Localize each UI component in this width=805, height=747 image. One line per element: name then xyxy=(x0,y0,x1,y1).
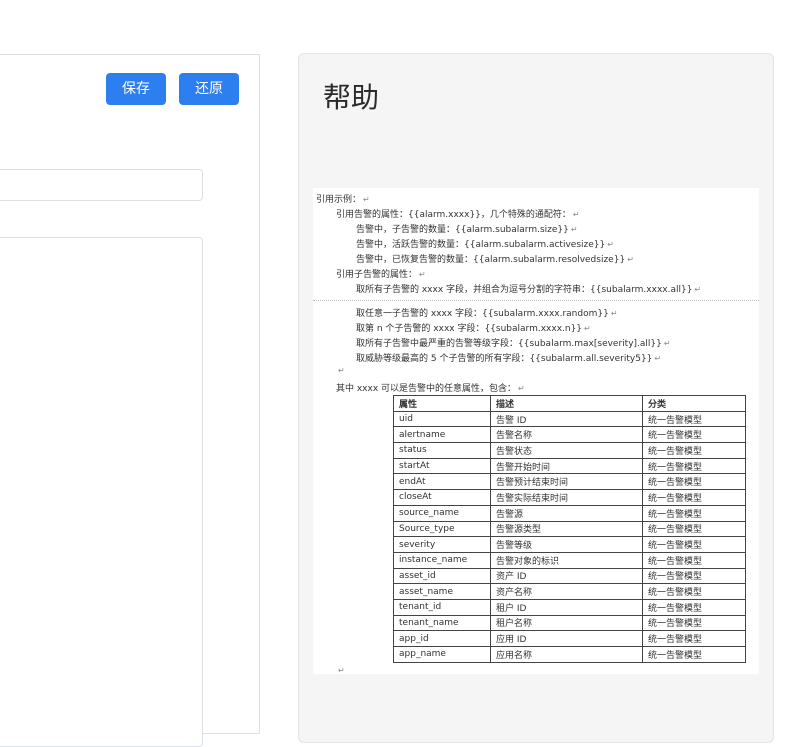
table-row: instance_name 告警对象的标识 统一告警模型 xyxy=(393,551,746,569)
table-header-row: 属性 描述 分类 xyxy=(393,395,746,412)
help-title: 帮助 xyxy=(323,81,380,114)
table-row: source_name 告警源 统一告警模型 xyxy=(393,504,746,522)
table-row: app_id 应用 ID 统一告警模型 xyxy=(393,630,746,647)
table-cell: 告警源 xyxy=(490,504,643,522)
table-cell: closeAt xyxy=(393,489,491,506)
table-cell: 统一告警模型 xyxy=(642,630,746,647)
table-cell: Source_type xyxy=(393,520,491,538)
table-row: Source_type 告警源类型 统一告警模型 xyxy=(393,520,746,538)
table-cell: 统一告警模型 xyxy=(642,410,746,428)
table-cell: 统一告警模型 xyxy=(642,551,746,569)
restore-button[interactable]: 还原 xyxy=(179,73,239,105)
table-cell: endAt xyxy=(393,473,491,491)
table-cell: 告警名称 xyxy=(490,426,643,444)
table-cell: tenant_name xyxy=(393,614,491,632)
doc-line: 引用子告警的属性： ↵ xyxy=(336,270,426,280)
name-input[interactable] xyxy=(0,169,203,201)
attribute-table: 属性 描述 分类 uid 告警 ID 统一告警模型 alertname 告警名称 统一告警… xyxy=(393,395,746,663)
table-cell: 应用名称 xyxy=(490,646,643,663)
table-cell: 统一告警模型 xyxy=(642,504,746,522)
table-cell: 资产 ID xyxy=(490,567,643,585)
table-cell: 统一告警模型 xyxy=(642,473,746,491)
table-cell: 资产名称 xyxy=(490,583,643,600)
table-cell: app_name xyxy=(393,646,491,663)
table-cell: uid xyxy=(393,410,491,428)
table-row: endAt 告警预计结束时间 统一告警模型 xyxy=(393,473,746,491)
doc-line: 取威胁等级最高的 5 个子告警的所有字段：{{subalarm.all.seve… xyxy=(356,354,662,364)
table-cell: 统一告警模型 xyxy=(642,583,746,600)
table-cell: 统一告警模型 xyxy=(642,442,746,459)
table-cell: 告警对象的标识 xyxy=(490,551,643,569)
table-cell: status xyxy=(393,442,491,459)
table-row: closeAt 告警实际结束时间 统一告警模型 xyxy=(393,489,746,506)
template-textarea[interactable] xyxy=(0,237,203,747)
table-cell: asset_id xyxy=(393,567,491,585)
column-header: 属性 xyxy=(393,395,491,412)
empty-line: ↵ xyxy=(338,366,345,375)
table-cell: 告警开始时间 xyxy=(490,457,643,475)
table-cell: 统一告警模型 xyxy=(642,646,746,663)
help-panel: 帮助 引用示例： ↵ 引用告警的属性：{{alarm.xxxx}}，几个特殊的通配… xyxy=(298,53,774,743)
table-cell: 统一告警模型 xyxy=(642,614,746,632)
table-cell: 统一告警模型 xyxy=(642,598,746,616)
table-cell: startAt xyxy=(393,457,491,475)
column-header: 描述 xyxy=(490,395,643,412)
table-cell: 租户 ID xyxy=(490,598,643,616)
table-cell: tenant_id xyxy=(393,598,491,616)
doc-line: 告警中，子告警的数量：{{alarm.subalarm.size}} ↵ xyxy=(356,225,578,235)
table-row: app_name 应用名称 统一告警模型 xyxy=(393,646,746,663)
doc-line: 取所有子告警的 xxxx 字段，并组合为逗号分割的字符串：{{subalarm.… xyxy=(356,285,702,295)
doc-line: 取所有子告警中最严重的告警等级字段：{{subalarm.max[severit… xyxy=(356,339,671,349)
column-header: 分类 xyxy=(642,395,746,412)
table-cell: 统一告警模型 xyxy=(642,567,746,585)
table-cell: 告警 ID xyxy=(490,410,643,428)
doc-line: 取任意一子告警的 xxxx 字段：{{subalarm.xxxx.random}… xyxy=(356,309,618,319)
table-cell: 告警实际结束时间 xyxy=(490,489,643,506)
table-cell: severity xyxy=(393,536,491,553)
table-cell: 统一告警模型 xyxy=(642,426,746,444)
table-cell: 统一告警模型 xyxy=(642,489,746,506)
table-cell: instance_name xyxy=(393,551,491,569)
table-cell: 统一告警模型 xyxy=(642,536,746,553)
editor-panel: 保存 还原 xyxy=(0,54,260,747)
help-document: 引用示例： ↵ 引用告警的属性：{{alarm.xxxx}}，几个特殊的通配符： ↵… xyxy=(313,188,759,675)
table-cell: 告警源类型 xyxy=(490,520,643,538)
table-row: tenant_id 租户 ID 统一告警模型 xyxy=(393,598,746,616)
table-row: startAt 告警开始时间 统一告警模型 xyxy=(393,457,746,475)
table-cell: 统一告警模型 xyxy=(642,457,746,475)
table-row: severity 告警等级 统一告警模型 xyxy=(393,536,746,553)
table-cell: 告警预计结束时间 xyxy=(490,473,643,491)
doc-line: 引用告警的属性：{{alarm.xxxx}}，几个特殊的通配符： ↵ xyxy=(336,210,580,220)
table-cell: 告警等级 xyxy=(490,536,643,553)
doc-line: 告警中，活跃告警的数量：{{alarm.subalarm.activesize}… xyxy=(356,240,614,250)
table-cell: 告警状态 xyxy=(490,442,643,459)
table-cell: 统一告警模型 xyxy=(642,520,746,538)
table-row: tenant_name 租户名称 统一告警模型 xyxy=(393,614,746,632)
table-cell: alertname xyxy=(393,426,491,444)
page-break xyxy=(313,300,759,301)
table-row: alertname 告警名称 统一告警模型 xyxy=(393,426,746,444)
doc-line: 引用示例： ↵ xyxy=(316,195,370,205)
doc-line: 告警中，已恢复告警的数量：{{alarm.subalarm.resolvedsi… xyxy=(356,255,634,265)
table-cell: asset_name xyxy=(393,583,491,600)
table-cell: source_name xyxy=(393,504,491,522)
table-cell: 应用 ID xyxy=(490,630,643,647)
empty-line: ↵ xyxy=(338,666,345,675)
table-cell: app_id xyxy=(393,630,491,647)
doc-line: 其中 xxxx 可以是告警中的任意属性，包含： ↵ xyxy=(336,384,525,394)
table-row: asset_name 资产名称 统一告警模型 xyxy=(393,583,746,600)
table-row: status 告警状态 统一告警模型 xyxy=(393,442,746,459)
save-button[interactable]: 保存 xyxy=(106,73,166,105)
table-row: asset_id 资产 ID 统一告警模型 xyxy=(393,567,746,585)
table-cell: 租户名称 xyxy=(490,614,643,632)
doc-line: 取第 n 个子告警的 xxxx 字段：{{subalarm.xxxx.n}} ↵ xyxy=(356,324,591,334)
table-row: uid 告警 ID 统一告警模型 xyxy=(393,410,746,428)
